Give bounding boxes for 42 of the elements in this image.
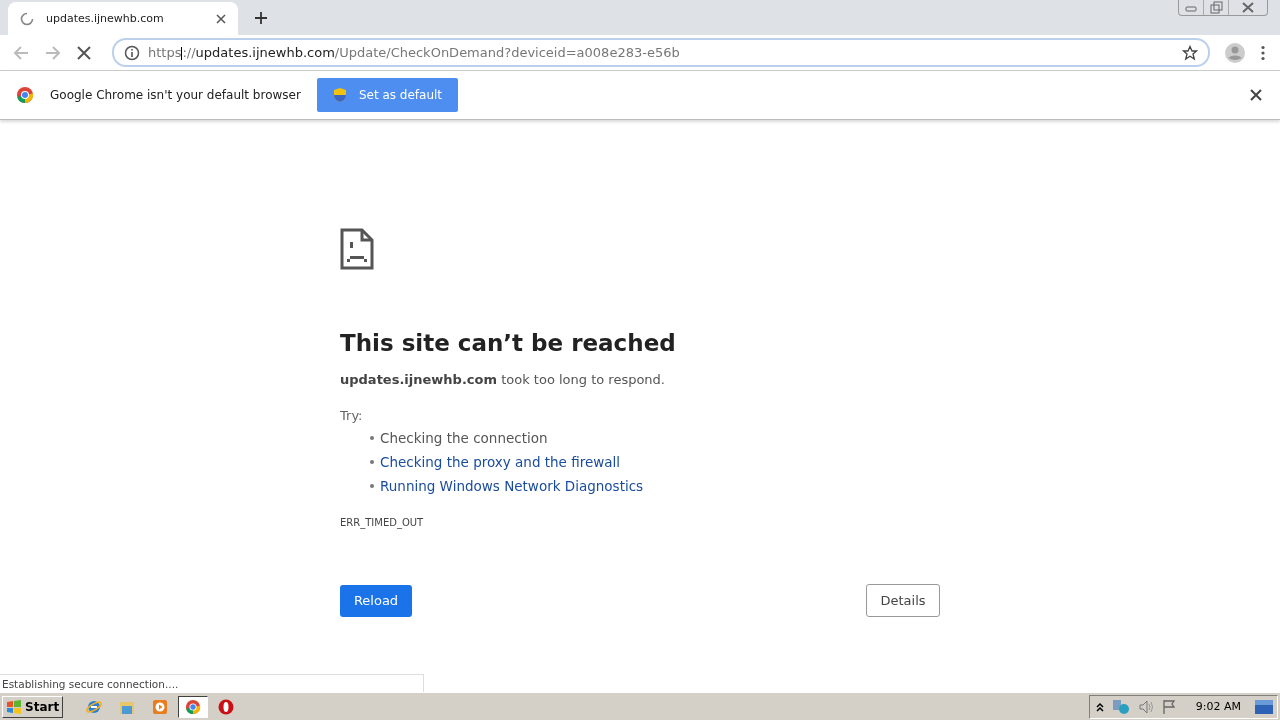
status-bubble: Establishing secure connection.... — [0, 674, 424, 692]
info-icon[interactable] — [124, 44, 140, 61]
opera-logo-icon — [218, 698, 235, 715]
network-icon[interactable] — [1111, 698, 1130, 715]
flag-icon[interactable] — [1161, 698, 1176, 715]
bullet-icon — [370, 484, 374, 488]
sad-document-icon — [340, 228, 374, 270]
bullet-icon — [370, 460, 374, 464]
browser-logo-icon — [185, 698, 202, 715]
reload-button[interactable]: Reload — [340, 584, 412, 617]
star-icon[interactable] — [1182, 44, 1198, 61]
clock: 9:02 AM — [1195, 700, 1241, 713]
url-text: https://updates.ijnewhb.com/Update/CheckOnDemand?deviceid=a008e283-e56b — [148, 45, 680, 60]
close-icon[interactable] — [1250, 89, 1262, 101]
browser-logo-icon — [16, 86, 34, 104]
show-desktop-icon[interactable] — [1255, 699, 1273, 714]
taskbar-app[interactable] — [178, 695, 209, 718]
globe-icon — [86, 698, 103, 715]
windows-logo-icon — [6, 699, 22, 714]
error-description: updates.ijnewhb.com took too long to respond. — [340, 372, 665, 387]
infobar-message: Google Chrome isn't your default browser — [50, 88, 301, 102]
start-button[interactable]: Start — [2, 695, 64, 718]
browser-tab[interactable]: updates.ijnewhb.com — [8, 2, 238, 35]
stop-icon[interactable] — [76, 44, 92, 61]
shield-icon — [332, 87, 347, 103]
close-tab-icon[interactable] — [216, 13, 226, 24]
menu-icon[interactable] — [1260, 44, 1266, 61]
tab-title: updates.ijnewhb.com — [46, 12, 165, 25]
chevron-up-icon[interactable] — [1095, 701, 1104, 712]
play-icon — [152, 698, 169, 715]
profile-avatar-icon[interactable] — [1224, 41, 1246, 64]
try-label: Try: — [340, 408, 363, 423]
suggestion-text: Checking the connection — [380, 430, 548, 446]
details-button[interactable]: Details — [866, 584, 940, 617]
error-title: This site can’t be reached — [340, 330, 676, 356]
suggestion-link[interactable]: Checking the proxy and the firewall — [380, 454, 621, 470]
new-tab-icon[interactable] — [254, 11, 268, 25]
suggestion-link[interactable]: Running Windows Network Diagnostics — [380, 478, 644, 494]
address-bar[interactable]: https://updates.ijnewhb.com/Update/CheckOnDemand?deviceid=a008e283-e56b — [112, 38, 1210, 67]
speaker-icon[interactable] — [1137, 698, 1154, 715]
bullet-icon — [370, 436, 374, 440]
error-code: ERR_TIMED_OUT — [340, 517, 424, 528]
